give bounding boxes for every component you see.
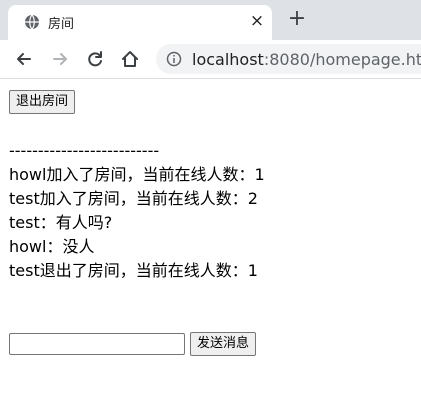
message-item: howl：没人 [9,237,95,256]
message-item: test：有人吗? [9,213,113,232]
close-tab-icon[interactable]: × [248,12,266,30]
message-item: test退出了房间，当前在线人数：1 [9,261,258,280]
url-path: :8080/homepage.html [263,50,421,69]
globe-icon [25,14,39,30]
divider: -------------------------- [9,141,160,160]
message-item: howl加入了房间，当前在线人数：1 [9,165,265,184]
message-log: -------------------------- howl加入了房间，当前在… [9,139,409,283]
browser-tab[interactable]: 房间 × [8,5,272,40]
url-text: localhost:8080/homepage.html [192,50,421,69]
url-host: localhost [192,50,264,69]
new-tab-button[interactable]: + [286,8,308,30]
page-content: 退出房间 -------------------------- howl加入了房… [0,79,421,395]
info-icon[interactable] [166,51,182,67]
reload-icon[interactable] [85,49,105,69]
browser-toolbar: localhost:8080/homepage.html [0,40,421,79]
forward-arrow-icon[interactable] [50,49,70,69]
message-input[interactable] [9,333,185,355]
home-icon[interactable] [120,49,140,69]
address-bar[interactable]: localhost:8080/homepage.html [156,44,421,74]
message-item: test加入了房间，当前在线人数：2 [9,189,258,208]
browser-tabstrip: 房间 × + [0,0,421,40]
tab-title: 房间 [48,17,75,32]
back-arrow-icon[interactable] [14,49,34,69]
exit-room-button[interactable]: 退出房间 [9,90,76,114]
send-message-button[interactable]: 发送消息 [190,332,257,356]
